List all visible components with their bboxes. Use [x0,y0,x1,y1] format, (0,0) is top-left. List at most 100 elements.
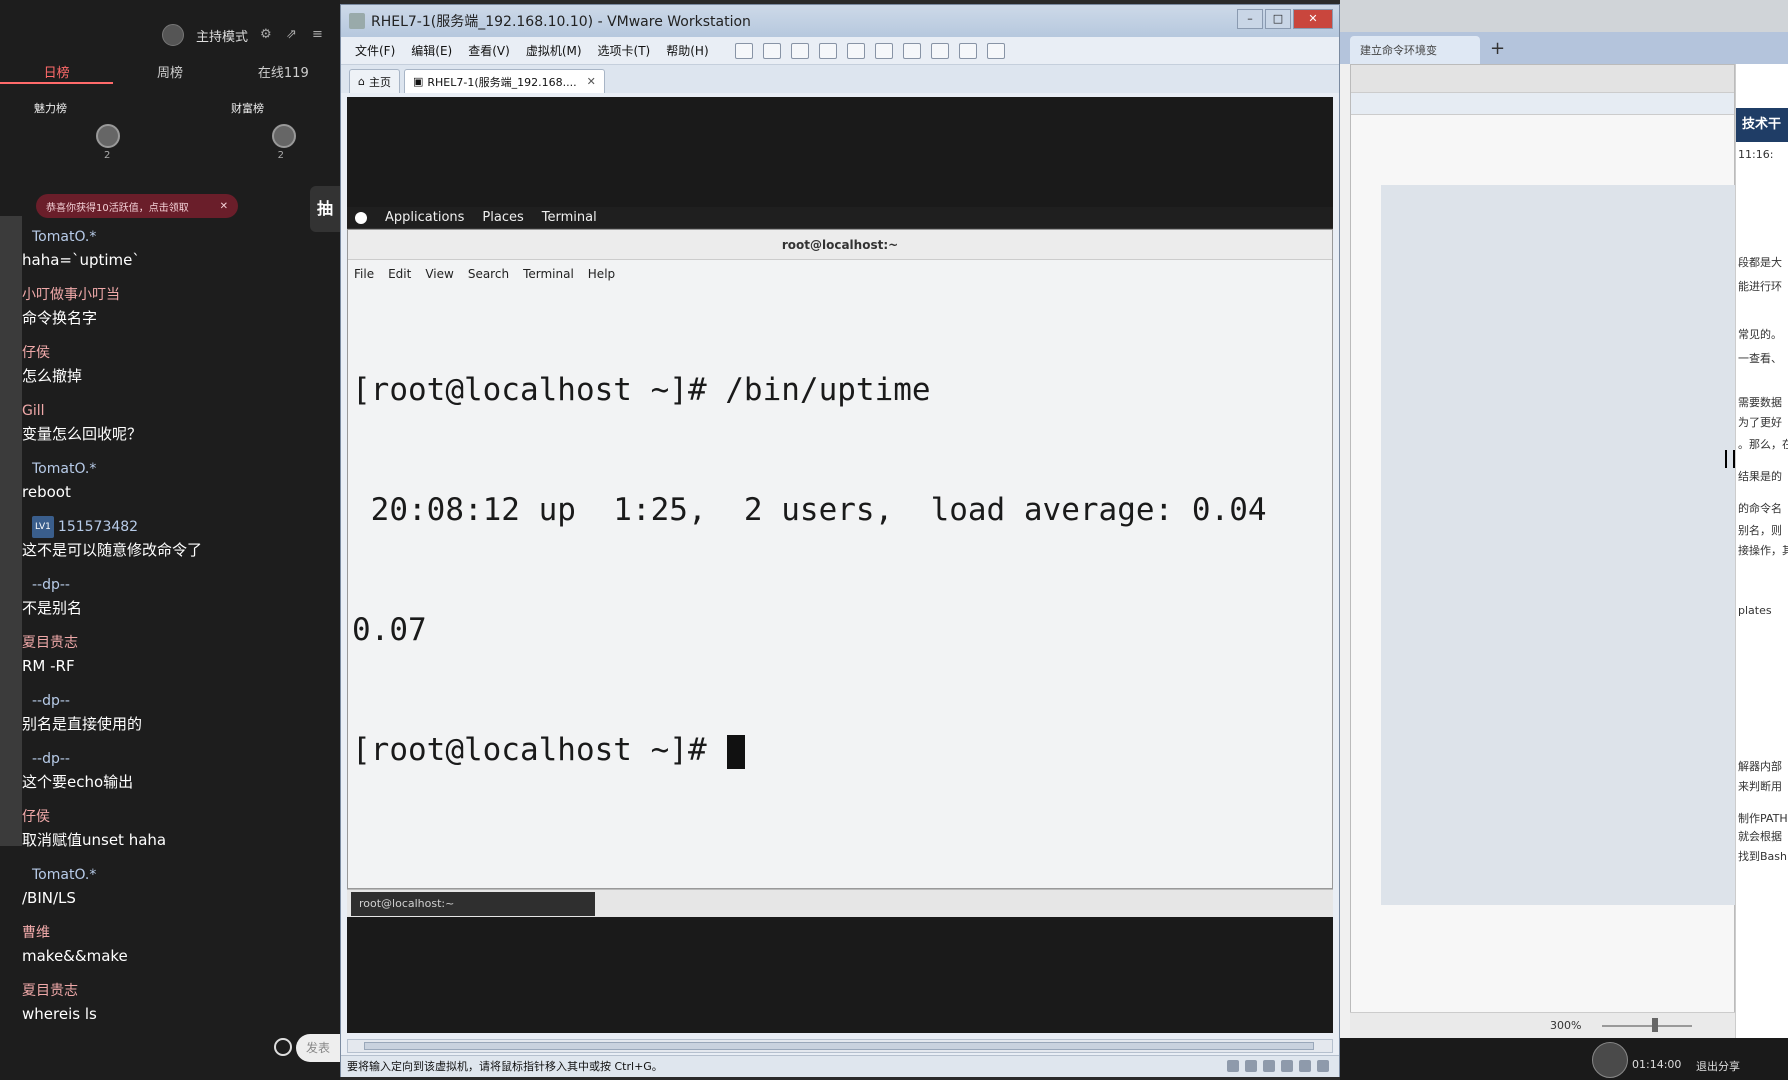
message-user[interactable]: Gill [22,400,322,422]
message-user[interactable]: TomatO.* [22,864,322,886]
window-title: RHEL7-1(服务端_192.168.10.10) - VMware Work… [371,14,751,30]
list-item: 曹维 make&&make [22,922,322,980]
avatar[interactable] [272,124,296,148]
menu-help[interactable]: 帮助(H) [666,42,708,59]
terminal-menu-search[interactable]: Search [468,267,509,281]
pause-icon[interactable] [734,42,753,59]
hdd-icon[interactable] [1227,1060,1239,1072]
console-view-icon[interactable] [986,42,1005,59]
emoji-icon[interactable] [274,1038,292,1056]
message-user[interactable]: 仔侯 [22,806,322,828]
menu-vm[interactable]: 虚拟机(M) [526,42,582,59]
tab-weekly[interactable]: 周榜 [113,62,226,84]
maximize-button[interactable]: □ [1265,9,1291,29]
menu-edit[interactable]: 编辑(E) [411,42,452,59]
text-cursor-icon [1725,450,1735,468]
message-user[interactable]: 仔侯 [22,342,322,364]
cdrom-icon[interactable] [1245,1060,1257,1072]
unity-icon[interactable] [958,42,977,59]
list-item: --dp-- 别名是直接使用的 [22,690,322,748]
window-list-item-terminal[interactable]: root@localhost:~ [351,892,595,916]
close-tab-icon[interactable]: ✕ [587,75,596,88]
message-text: /BIN/LS [22,889,76,907]
article-text: 的命令名 [1738,502,1782,515]
activity-notice[interactable]: 恭喜你获得10活跃值，点击领取 ✕ [36,194,238,218]
article-text: 。那么，在 [1738,438,1788,451]
rank-avatars [96,124,296,148]
usb-icon[interactable] [1281,1060,1293,1072]
settings-icon[interactable]: ⚙ [260,28,274,42]
terminal-prompt-line: [root@localhost ~]# [352,730,1330,770]
close-button[interactable]: ✕ [1293,9,1333,29]
message-user[interactable]: TomatO.* [22,226,322,248]
message-user[interactable]: --dp-- [22,748,322,770]
article-text: 结果是的 [1738,470,1782,483]
tab-daily[interactable]: 日榜 [0,62,114,84]
browser-tab[interactable]: 建立命令环境变 [1350,36,1480,64]
tab-online[interactable]: 在线119 [227,62,340,84]
network-icon[interactable] [1263,1060,1275,1072]
chat-header: 主持模式 ⚙ ⇗ ≡ [0,0,340,70]
snapshot-manager-icon[interactable] [846,42,865,59]
message-user[interactable]: LV1 151573482 [22,516,322,538]
horizontal-scrollbar[interactable] [347,1039,1333,1053]
message-user[interactable]: 夏目贵志 [22,980,322,1002]
terminal-menu-file[interactable]: File [354,267,374,281]
window-titlebar[interactable]: RHEL7-1(服务端_192.168.10.10) - VMware Work… [341,5,1339,37]
message-user[interactable]: --dp-- [22,690,322,712]
window-controls: – □ ✕ [1237,9,1333,29]
minimize-button[interactable]: – [1237,9,1263,29]
message-user[interactable]: 曹维 [22,922,322,944]
menu-file[interactable]: 文件(F) [355,42,395,59]
terminal-menu-terminal[interactable]: Terminal [523,267,574,281]
revert-snapshot-icon[interactable] [818,42,837,59]
message-user[interactable]: 小叮做事小叮当 [22,284,322,306]
popout-icon[interactable]: ⇗ [286,28,300,42]
thumbnail-icon[interactable] [902,42,921,59]
background-top-strip [1340,0,1788,32]
host-avatar[interactable] [161,24,184,46]
left-edge-strip [0,216,22,846]
menu-tabs[interactable]: 选项卡(T) [598,42,651,59]
new-tab-icon[interactable]: + [1490,38,1505,59]
viewer-statusbar: 300% [1350,1012,1735,1038]
gnome-foot-icon [355,211,367,224]
applications-menu[interactable]: Applications [385,210,464,225]
terminal-output[interactable]: [root@localhost ~]# /bin/uptime 20:08:12… [352,290,1330,880]
article-text: 为了更好 [1738,416,1782,429]
terminal-menu-view[interactable]: View [425,267,453,281]
sound-icon[interactable] [1299,1060,1311,1072]
snapshot-icon[interactable] [790,42,809,59]
menu-icon[interactable]: ≡ [312,28,326,42]
scrollbar-thumb[interactable] [364,1042,1314,1050]
terminal-menu-help[interactable]: Help [588,267,615,281]
message-user[interactable]: TomatO.* [22,458,322,480]
chat-message-list: TomatO.* haha=`uptime` 小叮做事小叮当 命令换名字 仔侯 怎么撤… [22,226,322,1038]
send-keys-icon[interactable] [762,42,781,59]
rank-headers: 魅力榜 财富榜 [34,100,324,116]
places-menu[interactable]: Places [482,210,523,225]
list-item: 仔侯 怎么撤掉 [22,342,322,400]
article-panel: 技术干 11:16: 段都是大 能进行环 常见的。 一查看、 需要数据 为了更好… [1735,64,1788,1080]
stream-clock: 01:14:00 [1632,1058,1682,1071]
vmware-icon [349,13,365,29]
tab-home[interactable]: ⌂ 主页 [349,69,400,93]
message-user[interactable]: 夏目贵志 [22,632,322,654]
vm-display[interactable]: Applications Places Terminal root@localh… [347,97,1333,1033]
zoom-slider[interactable] [1602,1025,1692,1027]
exit-share-button[interactable]: 退出分享 [1696,1058,1740,1074]
article-text: 来判断用 [1738,780,1782,793]
terminal-title[interactable]: root@localhost:~ [348,230,1332,260]
message-user[interactable]: --dp-- [22,574,322,596]
fullscreen-icon[interactable] [930,42,949,59]
display-icon[interactable] [1317,1060,1329,1072]
rank-tabs: 日榜 周榜 在线119 [0,62,340,84]
tab-vm[interactable]: ▣ RHEL7-1(服务端_192.168.... ✕ [403,69,605,93]
terminal-menu-edit[interactable]: Edit [388,267,411,281]
zoom-slider-thumb[interactable] [1652,1018,1658,1032]
sidebar-icon[interactable] [874,42,893,59]
avatar[interactable] [96,124,120,148]
terminal-app-menu[interactable]: Terminal [542,210,597,225]
close-icon[interactable]: ✕ [220,201,228,212]
menu-view[interactable]: 查看(V) [468,42,510,59]
